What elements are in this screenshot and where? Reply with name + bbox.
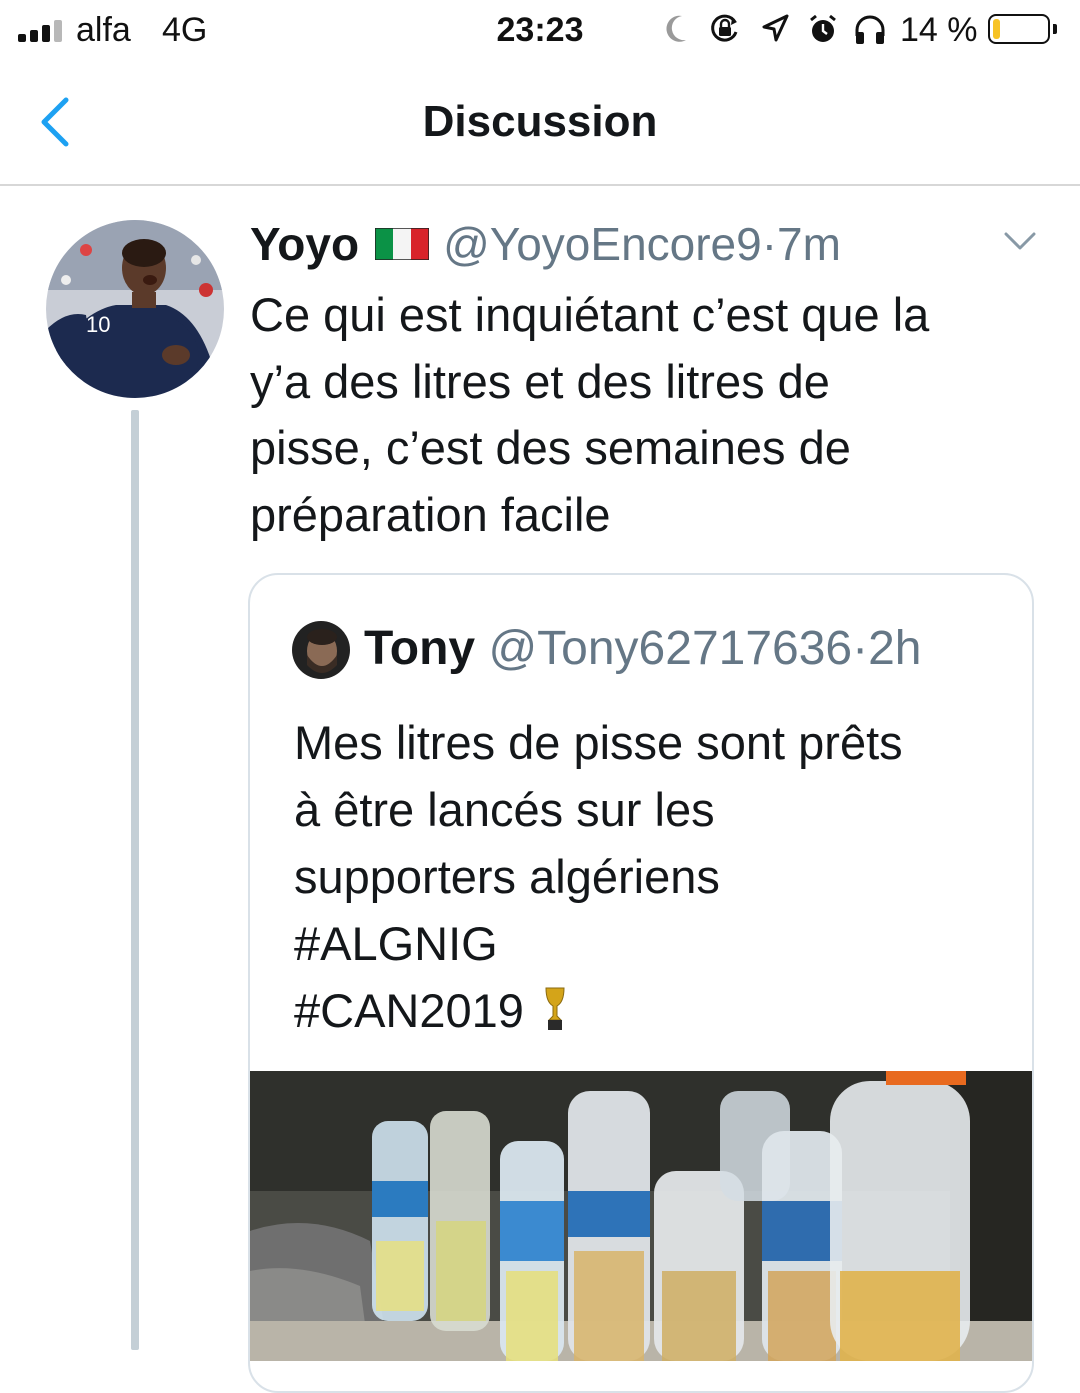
alarm-icon bbox=[810, 14, 836, 42]
quoted-author-handle[interactable]: @Tony62717636 bbox=[488, 622, 852, 675]
quoted-text-line: Mes litres de pisse sont prêts bbox=[294, 716, 903, 769]
tweet-text-line: pisse, c’est des semaines de bbox=[250, 421, 851, 474]
author-avatar[interactable]: 10 bbox=[46, 220, 224, 398]
tweet-menu-button[interactable] bbox=[1002, 228, 1038, 254]
tweet-text-line: préparation facile bbox=[250, 487, 611, 541]
tweet-text: Ce qui est inquiétant c’est que la y’a d… bbox=[250, 282, 1050, 548]
tweet-text-line: Ce qui est inquiétant c’est que la bbox=[250, 288, 930, 341]
quoted-text-line: supporters algériens bbox=[294, 850, 720, 903]
separator-dot: · bbox=[852, 622, 869, 675]
quoted-tweet-text: Mes litres de pisse sont prêts à être la… bbox=[294, 709, 1014, 1044]
italy-flag-icon bbox=[375, 227, 430, 260]
battery-icon bbox=[988, 14, 1050, 44]
chevron-down-icon bbox=[1004, 232, 1036, 250]
moon-icon bbox=[666, 15, 686, 42]
battery-level-fill bbox=[993, 19, 1000, 39]
quoted-text-line: à être lancés sur les bbox=[294, 783, 715, 836]
page-title: Discussion bbox=[422, 97, 658, 146]
navigation-bar: Discussion bbox=[0, 62, 1080, 186]
orientation-lock-icon bbox=[711, 14, 738, 42]
quoted-tweet-header: Tony @Tony62717636·2h bbox=[364, 619, 922, 679]
quoted-author-avatar[interactable] bbox=[292, 621, 350, 679]
attached-photo[interactable] bbox=[250, 1071, 1032, 1361]
author-name[interactable]: Yoyo bbox=[250, 218, 359, 270]
trophy-icon bbox=[545, 987, 565, 1030]
tweet-text-line: y’a des litres et des litres de bbox=[250, 354, 830, 408]
hashtag-link[interactable]: #ALGNIG bbox=[294, 910, 1014, 977]
battery-nub bbox=[1053, 24, 1057, 34]
battery-percentage: 14 % bbox=[900, 11, 978, 49]
tweet-header: Yoyo @YoyoEncore9·7m bbox=[250, 214, 841, 274]
quoted-tweet-timestamp[interactable]: 2h bbox=[868, 622, 921, 675]
tweet-timestamp[interactable]: 7m bbox=[777, 218, 841, 270]
svg-text:10: 10 bbox=[86, 312, 110, 337]
author-handle[interactable]: @YoyoEncore9 bbox=[443, 218, 762, 270]
separator-dot: · bbox=[761, 218, 778, 270]
quoted-tweet-card[interactable]: Tony @Tony62717636·2h Mes litres de piss… bbox=[248, 573, 1034, 1393]
location-icon bbox=[762, 14, 789, 42]
thread-line bbox=[131, 410, 139, 1350]
quoted-author-name[interactable]: Tony bbox=[364, 622, 475, 675]
hashtag-link[interactable]: #CAN2019 bbox=[294, 984, 524, 1037]
status-bar: alfa 4G 23:23 14 % bbox=[0, 0, 1080, 62]
headphones-icon bbox=[855, 15, 885, 44]
